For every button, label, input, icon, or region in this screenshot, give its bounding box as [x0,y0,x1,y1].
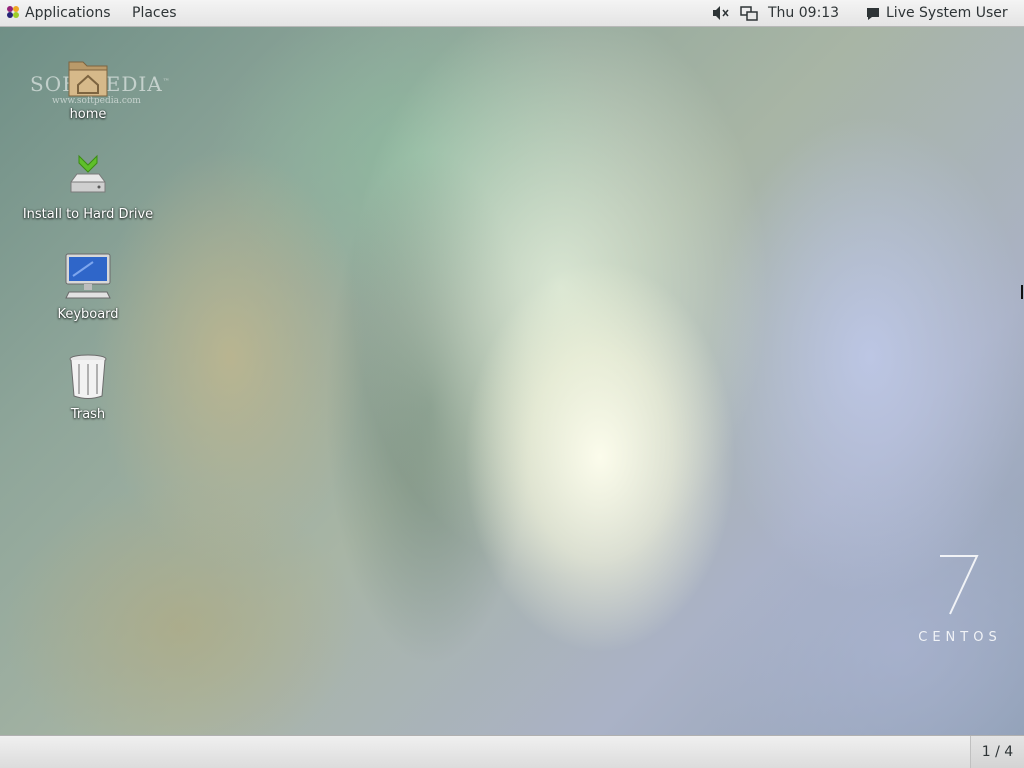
centos-seven-logo [940,555,979,615]
clock[interactable]: Thu 09:13 [768,0,839,26]
applications-menu[interactable]: Applications [5,0,111,26]
desktop-icon-label: home [69,107,107,122]
desktop-icon-label: Keyboard [57,307,119,322]
network-wired-icon[interactable] [739,0,759,26]
applications-icon [5,3,21,19]
folder-home-icon [63,52,113,102]
desktop-icon-label: Trash [70,407,106,422]
centos-wordmark: CENTOS [918,630,1002,645]
places-menu[interactable]: Places [132,0,177,26]
desktop-icon-home[interactable]: home [13,52,163,122]
user-label: Live System User [886,5,1008,21]
trash-icon [63,352,113,402]
bottom-panel: 1 / 4 [0,735,1024,768]
speaker-muted-icon[interactable] [710,0,730,26]
screen: SOFTPEDIA™ www.softpedia.com home [0,0,1024,768]
desktop-icon-label: Install to Hard Drive [22,207,154,222]
watermark-trademark: ™ [162,77,171,86]
top-panel: Applications Places Thu 09:13 Live Syste… [0,0,1024,27]
centos-branding: CENTOS [905,552,1015,645]
desktop-icon-trash[interactable]: Trash [13,352,163,422]
applications-label: Applications [25,5,111,21]
desktop[interactable]: SOFTPEDIA™ www.softpedia.com home [0,27,1024,735]
places-label: Places [132,5,177,21]
user-menu[interactable]: Live System User [866,0,1008,26]
computer-monitor-icon [63,252,113,302]
workspace-switcher[interactable]: 1 / 4 [970,736,1024,768]
desktop-icon-keyboard[interactable]: Keyboard [13,252,163,322]
chat-bubble-icon [866,4,880,20]
desktop-icon-install[interactable]: Install to Hard Drive [13,152,163,222]
install-drive-icon [63,152,113,202]
